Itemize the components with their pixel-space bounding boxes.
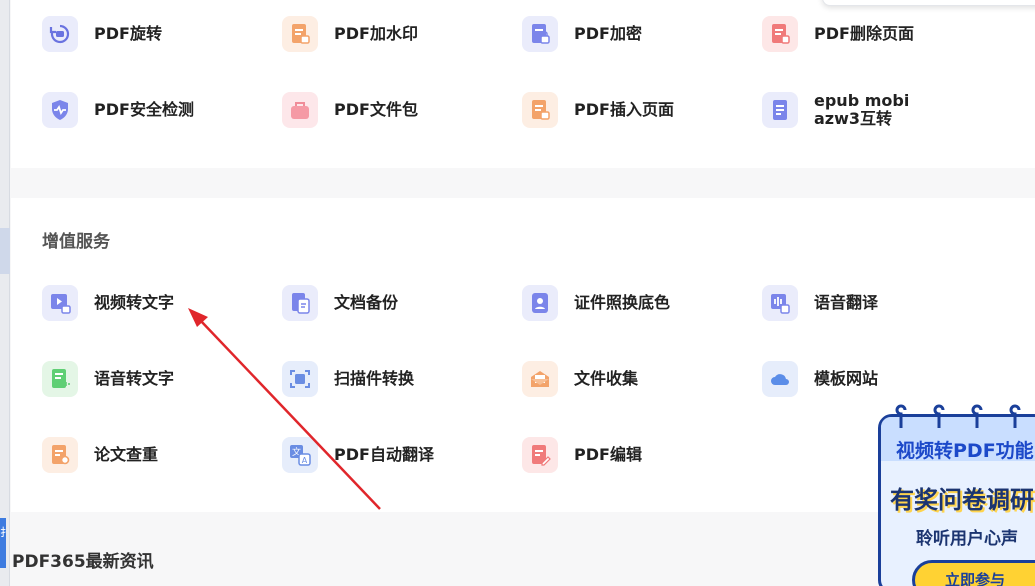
paper-check-icon	[42, 437, 78, 473]
file-collect-icon	[522, 361, 558, 397]
tool-pdf-auto-translate[interactable]: 文A PDF自动翻译	[282, 435, 434, 475]
section-title-news: PDF365最新资讯	[12, 552, 154, 572]
promo-title: 视频转PDF功能	[896, 440, 1034, 462]
tool-label: 语音转文字	[94, 369, 175, 388]
survey-promo-card[interactable]: 视频转PDF功能 有奖问卷调研 聆听用户心声 立即参与	[878, 404, 1035, 586]
promo-subtitle: 聆听用户心声	[916, 529, 1018, 549]
voice-to-text-icon	[42, 361, 78, 397]
tool-scan-convert[interactable]: 扫描件转换	[282, 359, 414, 399]
dropdown-popup-edge	[822, 0, 1035, 6]
tool-label: PDF编辑	[574, 445, 642, 464]
taskbar-text: 扌	[0, 526, 11, 539]
tool-label: 扫描件转换	[334, 369, 415, 388]
tool-template-site[interactable]: 模板网站	[762, 359, 878, 399]
tool-label: PDF文件包	[334, 100, 418, 119]
tool-label: 语音翻译	[814, 293, 879, 312]
tool-label: 文件收集	[574, 369, 639, 388]
tool-document-backup[interactable]: 文档备份	[282, 283, 398, 323]
tool-pdf-edit[interactable]: PDF编辑	[522, 435, 642, 475]
tool-label: PDF旋转	[94, 24, 162, 43]
tool-ebook-convert[interactable]: epub mobi azw3互转	[762, 90, 909, 130]
tool-label: 文档备份	[334, 293, 399, 312]
tool-pdf-insert-page[interactable]: PDF插入页面	[522, 90, 674, 130]
spiral-binding-icon	[933, 404, 945, 428]
tool-id-photo-background[interactable]: 证件照换底色	[522, 283, 670, 323]
tool-label: PDF加水印	[334, 24, 418, 43]
scan-convert-icon	[282, 361, 318, 397]
tool-video-to-text[interactable]: 视频转文字	[42, 283, 174, 323]
translate-icon: 文A	[282, 437, 318, 473]
tool-label: PDF安全检测	[94, 100, 194, 119]
edit-document-icon	[522, 437, 558, 473]
spiral-binding-icon	[1009, 404, 1021, 428]
tool-label: 证件照换底色	[574, 293, 671, 312]
tool-label: 模板网站	[814, 369, 879, 388]
watermark-icon	[282, 16, 318, 52]
tool-paper-check[interactable]: 论文查重	[42, 435, 158, 475]
tool-voice-to-text[interactable]: 语音转文字	[42, 359, 174, 399]
promo-headline: 有奖问卷调研	[890, 486, 1034, 514]
tool-label: epub mobi azw3互转	[814, 91, 910, 128]
svg-text:A: A	[302, 456, 308, 465]
tool-label: 视频转文字	[94, 293, 175, 312]
tool-pdf-rotate[interactable]: PDF旋转	[42, 14, 162, 54]
insert-page-icon	[522, 92, 558, 128]
tool-pdf-file-package[interactable]: PDF文件包	[282, 90, 418, 130]
lock-document-icon	[522, 16, 558, 52]
tool-pdf-watermark[interactable]: PDF加水印	[282, 14, 418, 54]
id-photo-icon	[522, 285, 558, 321]
tool-pdf-encrypt[interactable]: PDF加密	[522, 14, 642, 54]
tool-file-collect[interactable]: 文件收集	[522, 359, 638, 399]
cloud-icon	[762, 361, 798, 397]
tool-label: PDF加密	[574, 24, 642, 43]
tool-voice-translate[interactable]: 语音翻译	[762, 283, 878, 323]
rotate-icon	[42, 16, 78, 52]
tool-pdf-delete-page[interactable]: PDF删除页面	[762, 14, 914, 54]
spiral-binding-icon	[971, 404, 983, 428]
delete-page-icon	[762, 16, 798, 52]
briefcase-icon	[282, 92, 318, 128]
voice-translate-icon	[762, 285, 798, 321]
spiral-binding-icon	[895, 404, 907, 428]
tool-label: PDF删除页面	[814, 24, 914, 43]
ebook-convert-icon	[762, 92, 798, 128]
document-backup-icon	[282, 285, 318, 321]
tool-pdf-security-check[interactable]: PDF安全检测	[42, 90, 194, 130]
shield-pulse-icon	[42, 92, 78, 128]
tool-label: PDF插入页面	[574, 100, 674, 119]
join-survey-button[interactable]: 立即参与	[912, 560, 1035, 586]
tool-label: PDF自动翻译	[334, 445, 434, 464]
video-to-text-icon	[42, 285, 78, 321]
sidebar-selected-item[interactable]	[0, 228, 10, 274]
tool-label: 论文查重	[94, 445, 159, 464]
left-sidebar-edge: 扌	[0, 0, 11, 586]
section-title-value-services: 增值服务	[42, 232, 110, 252]
